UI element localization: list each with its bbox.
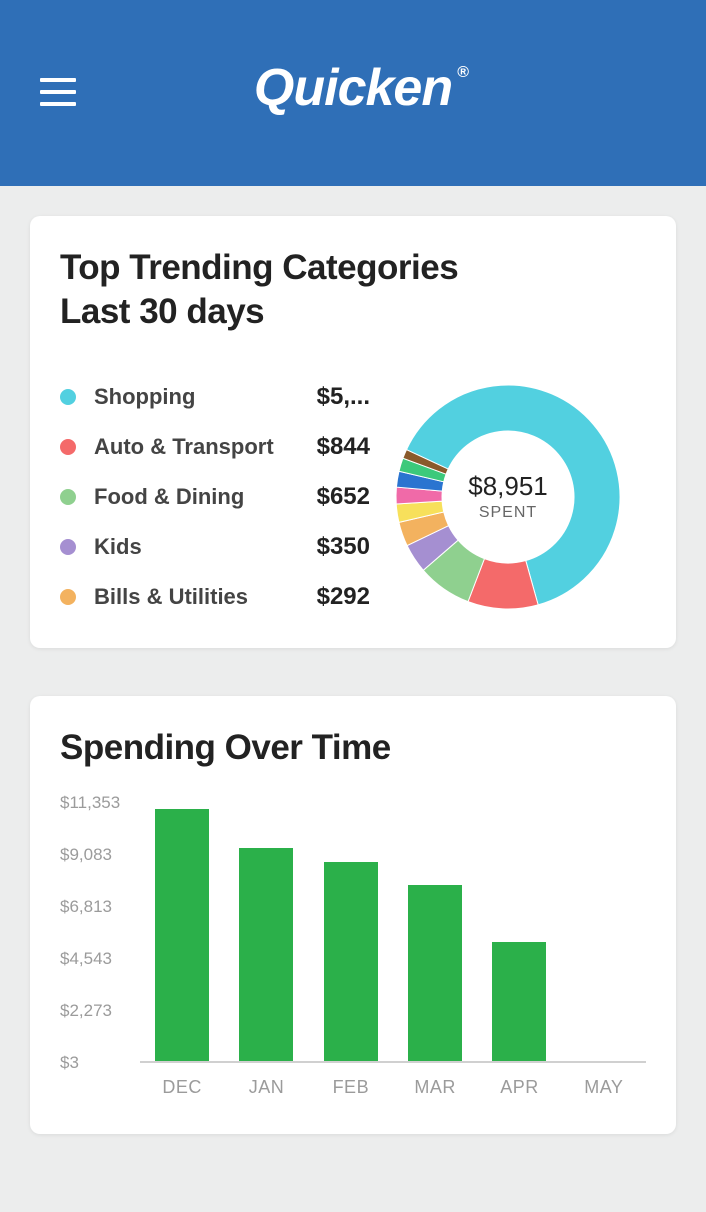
y-tick: $4,543 bbox=[60, 949, 112, 969]
hamburger-menu-icon[interactable] bbox=[40, 78, 76, 106]
legend-label: Kids bbox=[94, 534, 305, 560]
legend-swatch bbox=[60, 489, 76, 505]
legend-label: Food & Dining bbox=[94, 484, 305, 510]
legend-swatch bbox=[60, 439, 76, 455]
y-tick: $3 bbox=[60, 1053, 79, 1073]
donut-chart: $8,951 SPENT bbox=[370, 382, 646, 612]
bar-column bbox=[477, 803, 561, 1061]
legend-label: Shopping bbox=[94, 384, 305, 410]
y-tick: $11,353 bbox=[60, 793, 120, 813]
legend-amount: $292 bbox=[317, 583, 370, 611]
x-tick: DEC bbox=[140, 1077, 224, 1098]
x-tick: MAY bbox=[562, 1077, 646, 1098]
bar-column bbox=[562, 803, 646, 1061]
y-tick: $2,273 bbox=[60, 1001, 112, 1021]
legend-item[interactable]: Shopping $5,... bbox=[60, 383, 370, 411]
legend-amount: $844 bbox=[317, 433, 370, 461]
title-line-2: Last 30 days bbox=[60, 292, 264, 331]
x-tick: MAR bbox=[393, 1077, 477, 1098]
main-content: Top Trending Categories Last 30 days Sho… bbox=[0, 186, 706, 1212]
title-line-1: Top Trending Categories bbox=[60, 248, 458, 287]
x-tick: APR bbox=[477, 1077, 561, 1098]
top-categories-title: Top Trending Categories Last 30 days bbox=[60, 246, 646, 334]
donut-total-amount: $8,951 bbox=[468, 471, 548, 502]
bar-column bbox=[140, 803, 224, 1061]
donut-center: $8,951 SPENT bbox=[468, 471, 548, 522]
bar[interactable] bbox=[239, 848, 293, 1061]
logo-trademark: ® bbox=[457, 64, 468, 82]
logo-text: Quicken bbox=[254, 59, 452, 117]
legend-item[interactable]: Auto & Transport $844 bbox=[60, 433, 370, 461]
top-categories-card: Top Trending Categories Last 30 days Sho… bbox=[30, 216, 676, 648]
y-tick: $6,813 bbox=[60, 897, 112, 917]
spending-over-time-card: Spending Over Time $11,353 $9,083 $6,813 $4… bbox=[30, 696, 676, 1135]
bar-column bbox=[393, 803, 477, 1061]
bar[interactable] bbox=[324, 862, 378, 1061]
x-tick: JAN bbox=[224, 1077, 308, 1098]
x-tick: FEB bbox=[309, 1077, 393, 1098]
bar[interactable] bbox=[408, 885, 462, 1061]
bar[interactable] bbox=[155, 809, 209, 1061]
bar-chart: $11,353$9,083$6,813$4,543$2,273$3 DECJAN… bbox=[60, 803, 646, 1098]
y-tick: $9,083 bbox=[60, 845, 112, 865]
legend-amount: $350 bbox=[317, 533, 370, 561]
legend-swatch bbox=[60, 389, 76, 405]
legend-item[interactable]: Food & Dining $652 bbox=[60, 483, 370, 511]
bar-column bbox=[224, 803, 308, 1061]
spending-title: Spending Over Time bbox=[60, 726, 646, 770]
legend-item[interactable]: Bills & Utilities $292 bbox=[60, 583, 370, 611]
legend-item[interactable]: Kids $350 bbox=[60, 533, 370, 561]
legend-amount: $652 bbox=[317, 483, 370, 511]
app-logo: Quicken® bbox=[254, 58, 452, 118]
bar-column bbox=[309, 803, 393, 1061]
app-header: Quicken ® bbox=[0, 0, 706, 186]
legend-label: Auto & Transport bbox=[94, 434, 305, 460]
legend-amount: $5,... bbox=[317, 383, 370, 411]
plot-area bbox=[140, 803, 646, 1063]
legend-swatch bbox=[60, 589, 76, 605]
x-axis: DECJANFEBMARAPRMAY bbox=[140, 1077, 646, 1098]
category-legend: Shopping $5,... Auto & Transport $844 Food &… bbox=[60, 383, 370, 611]
legend-swatch bbox=[60, 539, 76, 555]
legend-label: Bills & Utilities bbox=[94, 584, 305, 610]
donut-total-label: SPENT bbox=[468, 504, 548, 522]
bar[interactable] bbox=[492, 942, 546, 1061]
